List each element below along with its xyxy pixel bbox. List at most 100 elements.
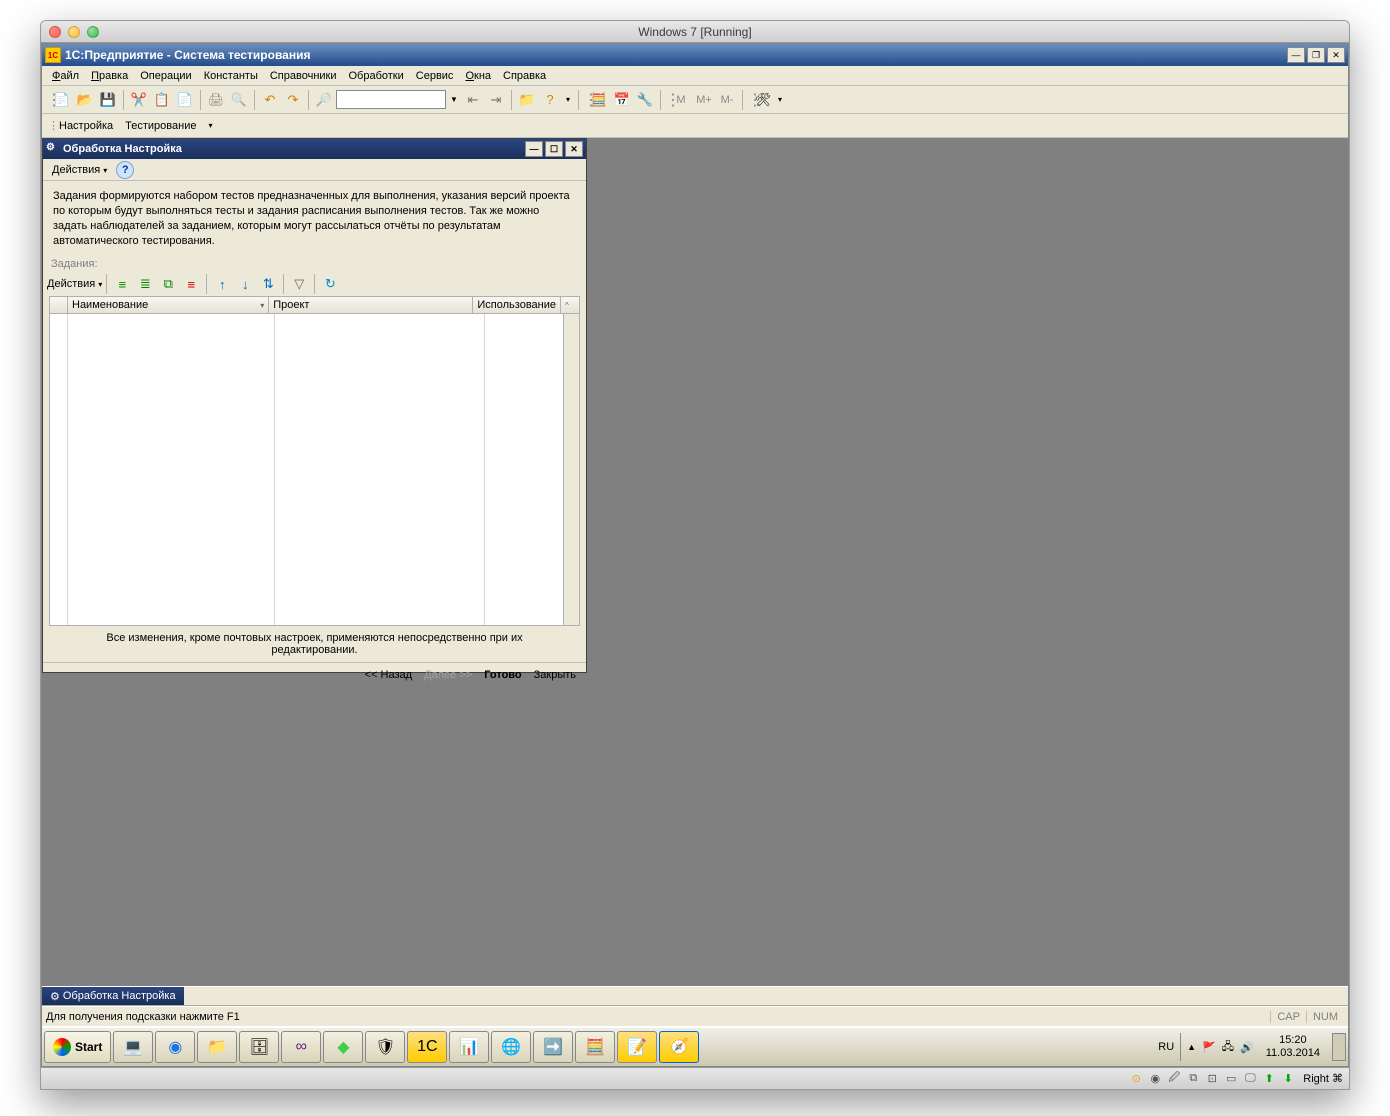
dropdown2-icon[interactable]: ▾ xyxy=(562,89,574,111)
tray-network-icon[interactable]: 🖧 xyxy=(1222,1038,1234,1057)
find-prev-icon[interactable]: ⇤ xyxy=(462,89,484,111)
tray-volume-icon[interactable]: 🔊 xyxy=(1240,1041,1254,1054)
add-row-icon[interactable]: ≡ xyxy=(111,273,133,295)
find-icon[interactable]: 🔎 xyxy=(313,89,335,111)
taskbar-app-logout[interactable]: ➡️ xyxy=(533,1031,573,1063)
paste-icon[interactable]: 📄 xyxy=(174,89,196,111)
calc-icon[interactable]: 🧮 xyxy=(588,89,610,111)
col-usage[interactable]: Использование xyxy=(473,297,561,313)
preview-icon[interactable]: 🔍 xyxy=(228,89,250,111)
child-minimize-button[interactable]: — xyxy=(525,141,543,157)
menu-processing[interactable]: Обработки xyxy=(343,68,410,84)
taskbar-app-1c[interactable]: 1C xyxy=(407,1031,447,1063)
grid-body[interactable] xyxy=(49,314,580,626)
menu-file[interactable]: Файл xyxy=(46,68,85,84)
new-icon[interactable]: 📄 xyxy=(51,89,73,111)
settings-button[interactable]: Настройка xyxy=(54,118,118,134)
print-icon[interactable]: 🖨 xyxy=(205,89,227,111)
testing-button[interactable]: Тестирование xyxy=(120,118,201,134)
calendar-icon[interactable]: 📅 xyxy=(611,89,633,111)
minimize-button[interactable]: — xyxy=(1287,47,1305,63)
insert-row-icon[interactable]: ≣ xyxy=(134,273,156,295)
taskbar-app-notes[interactable]: 📝 xyxy=(617,1031,657,1063)
copy-row-icon[interactable]: ⧉ xyxy=(157,273,179,295)
lang-indicator[interactable]: RU xyxy=(1158,1041,1174,1053)
back-button[interactable]: << Назад xyxy=(363,667,414,683)
taskbar-app-folder[interactable]: 📁 xyxy=(197,1031,237,1063)
taskbar-app-chart[interactable]: 📊 xyxy=(449,1031,489,1063)
vm-hd-icon[interactable]: ⊙ xyxy=(1128,1071,1144,1087)
menu-edit[interactable]: Правка xyxy=(85,68,134,84)
wrench-icon[interactable]: 🔧 xyxy=(634,89,656,111)
dropdown-icon[interactable]: ▼ xyxy=(447,89,461,111)
refresh-icon[interactable]: ↻ xyxy=(319,273,341,295)
tools-icon[interactable]: 🛠 xyxy=(752,89,774,111)
vm-mouse-icon[interactable]: ⬆ xyxy=(1261,1071,1277,1087)
mac-minimize-button[interactable] xyxy=(68,26,80,38)
m-plus-icon[interactable]: M+ xyxy=(693,89,715,111)
col-name[interactable]: Наименование▾ xyxy=(68,297,269,313)
menu-windows[interactable]: Окна xyxy=(459,68,497,84)
taskbar-app-chrome[interactable]: ◉ xyxy=(155,1031,195,1063)
close-button[interactable]: Закрыть xyxy=(532,667,578,683)
folder-icon[interactable]: 📁 xyxy=(516,89,538,111)
taskbar-app-globe[interactable]: 🌐 xyxy=(491,1031,531,1063)
dropdown3-icon[interactable]: ▾ xyxy=(775,89,785,111)
copy-icon[interactable]: 📋 xyxy=(151,89,173,111)
col-project[interactable]: Проект xyxy=(269,297,473,313)
open-icon[interactable]: 📂 xyxy=(74,89,96,111)
find-next-icon[interactable]: ⇥ xyxy=(485,89,507,111)
taskbar-app-sql[interactable]: 🗄 xyxy=(239,1031,279,1063)
menu-catalogs[interactable]: Справочники xyxy=(264,68,343,84)
filter-icon[interactable]: ▽ xyxy=(288,273,310,295)
search-input[interactable] xyxy=(336,90,446,109)
redo-icon[interactable]: ↷ xyxy=(282,89,304,111)
grid-icon-col[interactable] xyxy=(50,297,68,313)
help-icon[interactable]: ? xyxy=(539,89,561,111)
child-close-button[interactable]: ✕ xyxy=(565,141,583,157)
save-icon[interactable]: 💾 xyxy=(97,89,119,111)
vm-net-icon[interactable]: ⧉ xyxy=(1185,1071,1201,1087)
undo-icon[interactable]: ↶ xyxy=(259,89,281,111)
done-button[interactable]: Готово xyxy=(482,667,523,683)
move-down-icon[interactable]: ↓ xyxy=(234,273,256,295)
grid-actions-menu[interactable]: Действия ▾ xyxy=(47,278,102,290)
taskbar-app-calc[interactable]: 🧮 xyxy=(575,1031,615,1063)
show-desktop-button[interactable] xyxy=(1332,1033,1346,1061)
move-up-icon[interactable]: ↑ xyxy=(211,273,233,295)
vm-cd-icon[interactable]: ◉ xyxy=(1147,1071,1163,1087)
cut-icon[interactable]: ✂️ xyxy=(128,89,150,111)
mac-close-button[interactable] xyxy=(49,26,61,38)
more-dropdown-icon[interactable]: ▾ xyxy=(203,119,217,132)
child-titlebar[interactable]: ⚙ Обработка Настройка — ☐ ✕ xyxy=(43,139,586,159)
delete-row-icon[interactable]: ≡ xyxy=(180,273,202,295)
taskbar-app-qt[interactable]: ◆ xyxy=(323,1031,363,1063)
restore-button[interactable]: ❐ xyxy=(1307,47,1325,63)
vm-usb-icon[interactable]: ⊡ xyxy=(1204,1071,1220,1087)
taskbar-app-compass[interactable]: 🧭 xyxy=(659,1031,699,1063)
m-minus-icon[interactable]: M- xyxy=(716,89,738,111)
sort-asc-icon[interactable]: ⇅ xyxy=(257,273,279,295)
mac-titlebar[interactable]: Windows 7 [Running] xyxy=(41,21,1349,43)
child-maximize-button[interactable]: ☐ xyxy=(545,141,563,157)
vm-shared-icon[interactable]: ▭ xyxy=(1223,1071,1239,1087)
tray-clock[interactable]: 15:20 11.03.2014 xyxy=(1260,1034,1326,1060)
taskbar-app-visualstudio[interactable]: ∞ xyxy=(281,1031,321,1063)
help-round-icon[interactable]: ? xyxy=(116,161,134,179)
menu-operations[interactable]: Операции xyxy=(134,68,197,84)
m-icon[interactable]: M xyxy=(670,89,692,111)
menu-service[interactable]: Сервис xyxy=(410,68,460,84)
menu-constants[interactable]: Константы xyxy=(198,68,264,84)
tray-flag-icon[interactable]: 🚩 xyxy=(1202,1041,1216,1054)
taskbar-app-explorer[interactable]: 💻 xyxy=(113,1031,153,1063)
vm-keyboard-icon[interactable]: ⬇ xyxy=(1280,1071,1296,1087)
vm-disk-icon[interactable]: 🖉 xyxy=(1166,1071,1182,1087)
menu-help[interactable]: Справка xyxy=(497,68,552,84)
mac-zoom-button[interactable] xyxy=(87,26,99,38)
app-close-button[interactable]: ✕ xyxy=(1327,47,1345,63)
mdi-tab-settings[interactable]: ⚙Обработка Настройка xyxy=(42,987,184,1005)
grid-scrollbar[interactable] xyxy=(563,314,579,625)
start-button[interactable]: Start xyxy=(44,1031,111,1063)
vm-display-icon[interactable]: 🖵 xyxy=(1242,1071,1258,1087)
actions-menu[interactable]: Действия ▾ xyxy=(47,162,112,178)
